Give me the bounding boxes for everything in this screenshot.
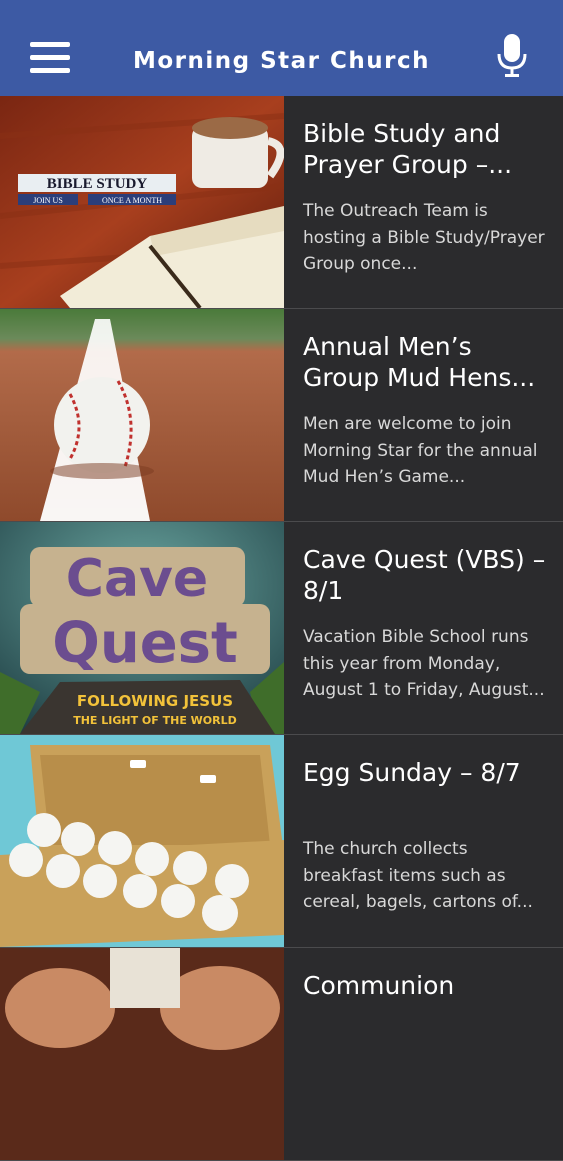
- cave-quest-thumb-line2: Quest: [52, 611, 238, 676]
- bible-study-thumbnail: BIBLE STUDY JOIN US ONCE A MONTH: [0, 96, 284, 308]
- event-title: Cave Quest (VBS) – 8/1: [303, 545, 546, 605]
- baseball-thumbnail: [0, 309, 284, 521]
- list-item[interactable]: BIBLE STUDY JOIN US ONCE A MONTH Bible S…: [0, 96, 563, 309]
- cave-quest-thumb-line4: THE LIGHT OF THE WORLD: [73, 714, 237, 727]
- list-item[interactable]: Communion: [0, 948, 563, 1161]
- bible-study-thumb-join: JOIN US: [33, 196, 63, 205]
- app-title: Morning Star Church: [132, 48, 431, 74]
- event-title: Annual Men’s Group Mud Hens...: [303, 332, 536, 392]
- list-item[interactable]: Cave Quest FOLLOWING JESUS THE LIGHT OF …: [0, 522, 563, 735]
- cave-quest-thumb-line1: Cave: [66, 549, 208, 609]
- event-summary: The church collects breakfast items such…: [303, 839, 533, 912]
- cave-quest-thumbnail: Cave Quest FOLLOWING JESUS THE LIGHT OF …: [0, 522, 284, 734]
- list-item[interactable]: Egg Sunday – 8/7 The church collects bre…: [0, 735, 563, 948]
- event-title: Bible Study and Prayer Group –...: [303, 119, 513, 179]
- event-summary: Vacation Bible School runs this year fro…: [303, 627, 545, 700]
- event-title: Communion: [303, 971, 455, 1000]
- cave-quest-thumb-line3: FOLLOWING JESUS: [77, 692, 233, 710]
- communion-thumbnail: [0, 948, 284, 1160]
- event-summary: Men are welcome to join Morning Star for…: [303, 414, 538, 487]
- list-item[interactable]: Annual Men’s Group Mud Hens... Men are w…: [0, 309, 563, 522]
- microphone-icon[interactable]: [497, 34, 527, 78]
- event-title: Egg Sunday – 8/7: [303, 758, 521, 787]
- event-list: BIBLE STUDY JOIN US ONCE A MONTH Bible S…: [0, 96, 563, 1161]
- event-summary: The Outreach Team is hosting a Bible Stu…: [303, 201, 545, 274]
- bible-study-thumb-once: ONCE A MONTH: [102, 196, 162, 205]
- app-bar: Morning Star Church: [0, 0, 563, 96]
- egg-carton-thumbnail: [0, 735, 284, 947]
- bible-study-thumb-label: BIBLE STUDY: [47, 176, 148, 192]
